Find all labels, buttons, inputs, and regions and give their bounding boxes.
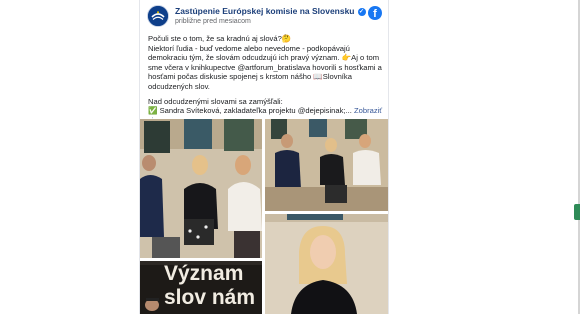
book-title-line-2: slov nám (164, 286, 256, 309)
speaker-text: ✅ Sandra Svíteková, zakladateľka projekt… (148, 106, 352, 116)
post-line-description: Niektorí ľudia - buď vedome alebo nevedo… (148, 43, 382, 91)
book-title-line-1: Význam (164, 262, 244, 285)
group-seated-image (265, 119, 388, 211)
facebook-icon[interactable]: f (368, 6, 382, 20)
post-timestamp[interactable]: približne pred mesiacom (175, 18, 251, 25)
page-name-link[interactable]: Zastúpenie Európskej komisie na Slovensk… (175, 6, 366, 16)
photo-grid: Význam slov nám (140, 119, 388, 314)
side-widget-tab[interactable] (574, 204, 580, 220)
page-avatar[interactable] (147, 5, 169, 27)
photo-speaker-closeup[interactable] (265, 214, 388, 314)
page-name-text[interactable]: Zastúpenie Európskej komisie na Slovensk… (175, 6, 355, 16)
eu-emblem-icon (148, 6, 168, 26)
post-header: Zastúpenie Európskej komisie na Slovensk… (147, 5, 383, 31)
speaker-closeup-image (265, 214, 388, 314)
photo-group-seated[interactable] (265, 119, 388, 211)
verified-badge-icon: ✓ (357, 8, 366, 16)
photo-book-cover[interactable]: Význam slov nám (140, 261, 262, 314)
facebook-post-card: Zastúpenie Európskej komisie na Slovensk… (139, 0, 389, 314)
post-line-speakers-intro: Nad odcudzenými slovami sa zamýšľali: (148, 96, 283, 106)
post-body: Počuli ste o tom, že sa kradnú aj slová?… (148, 34, 386, 125)
post-line-question: Počuli ste o tom, že sa kradnú aj slová?… (148, 34, 292, 43)
photo-panel-discussion[interactable] (140, 119, 262, 258)
panel-discussion-image (140, 119, 262, 258)
